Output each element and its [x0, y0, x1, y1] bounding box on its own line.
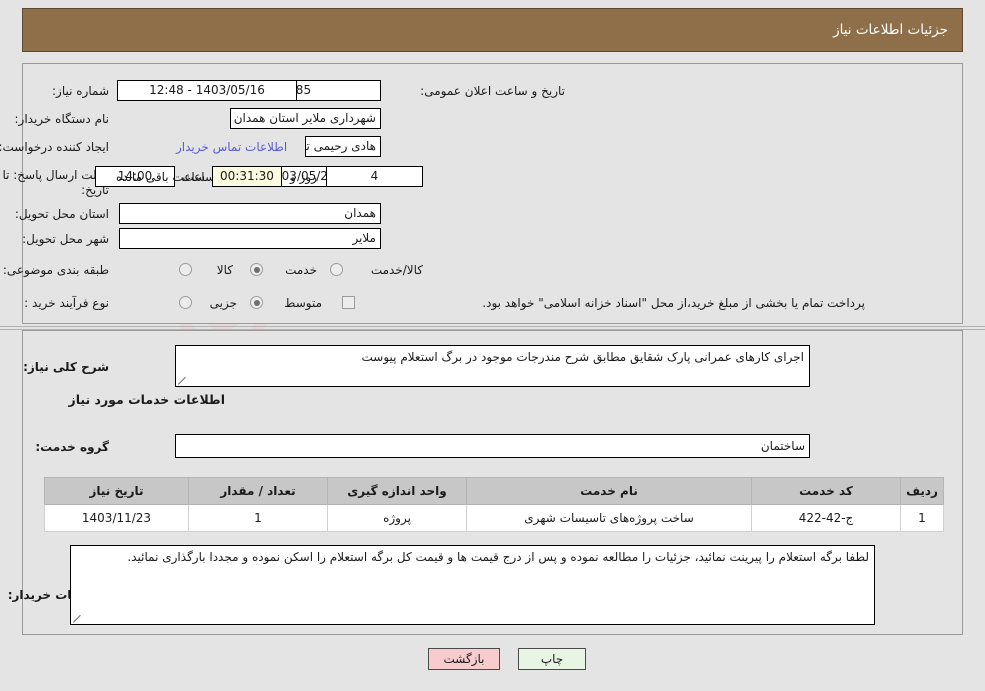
general-description-value: اجرای کارهای عمرانی پارک شقایق مطابق شرح… — [361, 350, 805, 364]
table-header-date: تاریخ نیاز — [44, 477, 189, 505]
buyer-notes-value: لطفا برگه استعلام را پیرینت نمائید، جزئی… — [127, 550, 869, 564]
category-radio-khedmat[interactable] — [250, 263, 263, 276]
process-label: نوع فرآیند خرید : — [24, 296, 109, 310]
remaining-time-suffix-label: ساعت باقی مانده — [116, 170, 206, 184]
table-header-radif: ردیف — [900, 477, 944, 505]
table-header-code: کد خدمت — [751, 477, 901, 505]
page-title: جزئیات اطلاعات نیاز — [833, 22, 948, 38]
category-radio-kala-khedmat-label: کالا/خدمت — [370, 263, 423, 277]
treasury-bonds-label: پرداخت تمام یا بخشی از مبلغ خرید،از محل … — [482, 296, 865, 310]
table-header-qty: تعداد / مقدار — [188, 477, 328, 505]
category-radio-kala-label: کالا — [216, 263, 233, 277]
back-button[interactable]: بازگشت — [428, 648, 500, 670]
service-group-label: گروه خدمت: — [35, 440, 109, 454]
deadline-label: مهلت ارسال پاسخ: تا تاریخ: — [2, 168, 109, 197]
remaining-days-value[interactable]: 4 — [326, 166, 423, 187]
remaining-days-label: روز و — [290, 170, 317, 184]
print-button[interactable]: چاپ — [518, 648, 586, 670]
cell-name: ساخت پروژه‌های تاسیسات شهری — [466, 504, 752, 532]
delivery-city-label: شهر محل تحویل: — [22, 232, 109, 246]
buyer-org-value[interactable]: شهرداری ملایر استان همدان — [230, 108, 381, 129]
page-title-bar: جزئیات اطلاعات نیاز — [22, 8, 963, 52]
category-label: طبقه بندی موضوعی: — [2, 263, 109, 277]
cell-radif: 1 — [900, 504, 944, 532]
general-description-label: شرح کلی نیاز: — [23, 360, 109, 374]
requester-value[interactable]: هادی رحیمی تدارکات و خرید شهرداری ملایر … — [305, 136, 381, 157]
delivery-province-value[interactable]: همدان — [119, 203, 381, 224]
service-group-value[interactable]: ساختمان — [175, 434, 810, 458]
category-radio-kala[interactable] — [179, 263, 192, 276]
table-header-row: ردیف کد خدمت نام خدمت واحد اندازه گیری ت… — [44, 477, 944, 505]
buyer-contact-link[interactable]: اطلاعات تماس خریدار — [176, 140, 287, 154]
cell-qty: 1 — [188, 504, 328, 532]
announce-datetime-value[interactable]: 1403/05/16 - 12:48 — [117, 80, 297, 101]
table-header-unit: واحد اندازه گیری — [327, 477, 467, 505]
table-header-name: نام خدمت — [466, 477, 752, 505]
cell-date: 1403/11/23 — [44, 504, 189, 532]
buyer-org-label: نام دستگاه خریدار: — [14, 112, 110, 126]
delivery-province-label: استان محل تحویل: — [14, 207, 109, 221]
panel-divider-upper — [0, 326, 985, 327]
need-number-label: شماره نیاز: — [52, 84, 109, 98]
cell-unit: پروژه — [327, 504, 467, 532]
cell-code: ج-42-422 — [751, 504, 901, 532]
category-radio-kala-khedmat[interactable] — [330, 263, 343, 276]
delivery-city-value[interactable]: ملایر — [119, 228, 381, 249]
resize-grip-icon[interactable] — [178, 375, 188, 385]
table-row: 1 ج-42-422 ساخت پروژه‌های تاسیسات شهری پ… — [44, 504, 944, 532]
resize-grip-icon[interactable] — [73, 613, 83, 623]
remaining-time-value: 00:31:30 — [212, 166, 282, 187]
buyer-notes-textarea[interactable]: لطفا برگه استعلام را پیرینت نمائید، جزئی… — [70, 545, 875, 625]
requester-label: ایجاد کننده درخواست: — [0, 140, 109, 154]
services-section-heading: اطلاعات خدمات مورد نیاز — [68, 392, 226, 407]
announce-datetime-label: تاریخ و ساعت اعلان عمومی: — [420, 84, 565, 98]
need-summary-panel — [22, 63, 963, 324]
category-radio-khedmat-label: خدمت — [285, 263, 317, 277]
services-table: ردیف کد خدمت نام خدمت واحد اندازه گیری ت… — [44, 477, 944, 532]
general-description-textarea[interactable]: اجرای کارهای عمرانی پارک شقایق مطابق شرح… — [175, 345, 810, 387]
